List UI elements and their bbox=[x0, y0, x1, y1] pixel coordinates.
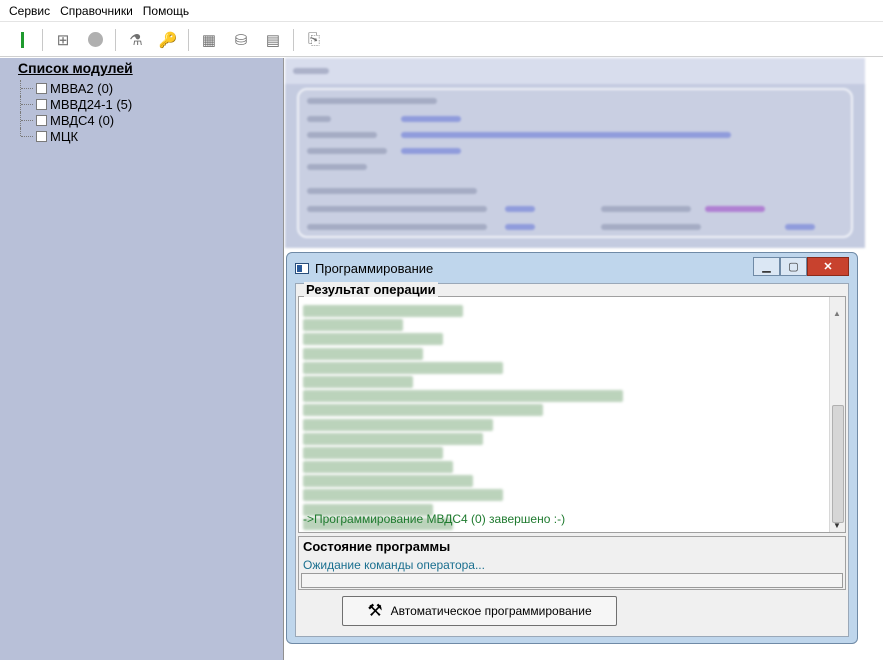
auto-programming-button[interactable]: ⚒ Автоматическое программирование bbox=[342, 596, 617, 626]
close-button[interactable]: ✕ bbox=[807, 257, 849, 276]
db-icon[interactable]: ⛁ bbox=[229, 28, 253, 52]
toolbar-separator bbox=[188, 28, 189, 51]
minimize-button[interactable]: ▁ bbox=[753, 257, 780, 276]
tree-branch bbox=[20, 96, 34, 112]
window-controls: ▁ ▢ ✕ bbox=[753, 257, 849, 276]
log-lines-blurred bbox=[303, 305, 823, 532]
wand-icon[interactable]: ⚗ bbox=[124, 28, 148, 52]
tree-branch bbox=[20, 112, 34, 128]
checkbox[interactable] bbox=[36, 82, 47, 94]
program-state-field bbox=[301, 573, 843, 588]
window-titlebar[interactable]: Программирование ▁ ▢ ✕ bbox=[287, 253, 857, 283]
program-state-text: Ожидание команды оператора... bbox=[303, 558, 485, 572]
operation-result-group: ->Программирование МВДС4 (0) завершено :… bbox=[298, 282, 846, 533]
log-last-line: ->Программирование МВДС4 (0) завершено :… bbox=[303, 512, 566, 526]
result-group-label: Результат операции bbox=[304, 282, 438, 297]
monitor-icon[interactable]: ▤ bbox=[261, 28, 285, 52]
maximize-button[interactable]: ▢ bbox=[780, 257, 807, 276]
info-group bbox=[297, 88, 853, 238]
menu-directories[interactable]: Справочники bbox=[55, 2, 138, 20]
toolbar-separator bbox=[42, 28, 43, 51]
checkbox[interactable] bbox=[36, 114, 47, 126]
tree-item-label: МВДС4 (0) bbox=[50, 112, 115, 128]
main-area: Программирование ▁ ▢ ✕ ->Программировани… bbox=[285, 58, 883, 660]
tree-item-label: МЦК bbox=[50, 128, 79, 144]
tree-item-mvvd24[interactable]: МВВД24-1 (5) bbox=[20, 96, 132, 112]
toolbar-separator bbox=[115, 28, 116, 51]
tree-branch bbox=[20, 128, 34, 137]
gray-circle-icon[interactable] bbox=[83, 28, 107, 52]
panel-header bbox=[285, 58, 865, 84]
window-client: ->Программирование МВДС4 (0) завершено :… bbox=[295, 282, 849, 637]
checkbox[interactable] bbox=[36, 98, 47, 110]
module-list-title: Список модулей bbox=[18, 60, 133, 76]
auto-programming-label: Автоматическое программирование bbox=[390, 604, 592, 618]
hammer-icon: ⚒ bbox=[367, 601, 383, 620]
tree-item-mvva2[interactable]: МВВА2 (0) bbox=[20, 80, 132, 96]
scroll-down-icon[interactable]: ▼ bbox=[833, 521, 841, 530]
tree-item-label: МВВД24-1 (5) bbox=[50, 96, 133, 112]
grid-icon[interactable]: ▦ bbox=[197, 28, 221, 52]
module-info-panel-blurred bbox=[285, 58, 865, 248]
tree-item-mvds4[interactable]: МВДС4 (0) bbox=[20, 112, 132, 128]
programming-window: Программирование ▁ ▢ ✕ ->Программировани… bbox=[286, 252, 858, 644]
log-scrollbar[interactable]: ▲ ▼ bbox=[829, 297, 845, 532]
operation-log[interactable]: ->Программирование МВДС4 (0) завершено :… bbox=[298, 296, 846, 533]
green-bar-icon[interactable] bbox=[10, 28, 34, 52]
scroll-thumb[interactable] bbox=[832, 405, 844, 523]
tree-item-label: МВВА2 (0) bbox=[50, 80, 114, 96]
menu-help[interactable]: Помощь bbox=[138, 2, 194, 20]
window-title: Программирование bbox=[315, 260, 434, 276]
module-tree: МВВА2 (0) МВВД24-1 (5) МВДС4 (0) МЦК bbox=[20, 80, 132, 144]
tree-item-mck[interactable]: МЦК bbox=[20, 128, 132, 144]
key-icon[interactable]: 🔑 bbox=[156, 28, 180, 52]
exit-icon[interactable]: ⎘ bbox=[302, 28, 326, 52]
tree-branch bbox=[20, 80, 34, 96]
program-state-label: Состояние программы bbox=[303, 539, 451, 554]
program-state-group: Состояние программы Ожидание команды опе… bbox=[298, 536, 846, 590]
menu-service[interactable]: Сервис bbox=[4, 2, 55, 20]
toolbar: ⊞ ⚗ 🔑 ▦ ⛁ ▤ ⎘ bbox=[0, 23, 883, 57]
chip-icon[interactable]: ⊞ bbox=[51, 28, 75, 52]
module-list-panel: Список модулей МВВА2 (0) МВВД24-1 (5) МВ… bbox=[0, 58, 284, 660]
toolbar-separator bbox=[293, 28, 294, 51]
menu-bar: Сервис Справочники Помощь bbox=[0, 0, 883, 22]
checkbox[interactable] bbox=[36, 130, 47, 142]
window-icon bbox=[295, 262, 309, 274]
scroll-up-icon[interactable]: ▲ bbox=[833, 309, 841, 318]
